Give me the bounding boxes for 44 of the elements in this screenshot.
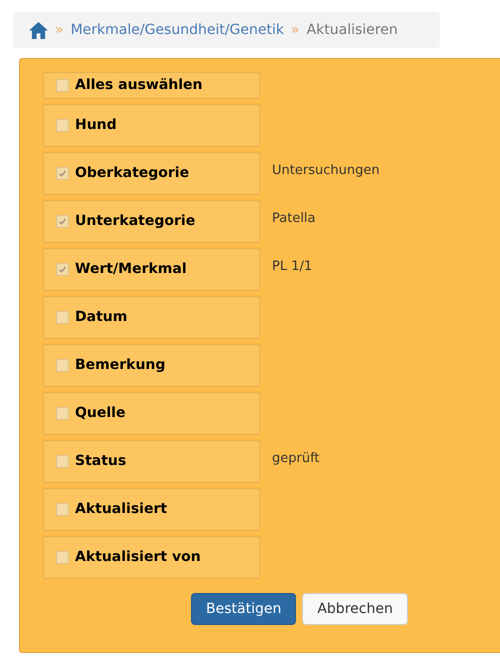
field-option[interactable]: Unterkategorie: [43, 200, 260, 243]
checkbox[interactable]: [56, 79, 69, 92]
field-label: Oberkategorie: [75, 164, 190, 183]
checkbox[interactable]: [56, 119, 69, 132]
field-value: geprüft: [272, 450, 320, 468]
home-icon[interactable]: [29, 22, 48, 38]
select-all-label: Alles auswählen: [75, 76, 202, 95]
field-option[interactable]: Oberkategorie: [43, 152, 260, 195]
field-option[interactable]: Quelle: [43, 392, 260, 435]
breadcrumb-separator: »: [55, 20, 64, 40]
field-option[interactable]: Datum: [43, 296, 260, 339]
checkbox[interactable]: [56, 455, 69, 468]
checkbox[interactable]: [56, 407, 69, 420]
cancel-button[interactable]: Abbrechen: [302, 593, 408, 625]
select-all-row[interactable]: Alles auswählen: [43, 72, 260, 99]
field-option[interactable]: Status: [43, 440, 260, 483]
breadcrumb-link[interactable]: Merkmale/Gesundheit/Genetik: [70, 20, 284, 40]
checkbox[interactable]: [56, 551, 69, 564]
field-option[interactable]: Bemerkung: [43, 344, 260, 387]
checkbox[interactable]: [56, 263, 69, 276]
field-value: Untersuchungen: [272, 162, 380, 180]
field-label: Status: [75, 452, 126, 471]
field-value: PL 1/1: [272, 258, 312, 276]
checkbox[interactable]: [56, 503, 69, 516]
breadcrumb-current: Aktualisieren: [306, 20, 398, 40]
field-option[interactable]: Aktualisiert: [43, 488, 260, 531]
field-label: Hund: [75, 116, 117, 135]
field-label: Unterkategorie: [75, 212, 196, 231]
field-label: Datum: [75, 308, 128, 327]
checkbox[interactable]: [56, 167, 69, 180]
field-value: Patella: [272, 210, 316, 228]
field-label: Wert/Merkmal: [75, 260, 187, 279]
confirm-button[interactable]: Bestätigen: [191, 593, 296, 625]
field-label: Aktualisiert: [75, 500, 168, 519]
breadcrumb-separator: »: [290, 20, 300, 40]
checkbox[interactable]: [56, 359, 69, 372]
checkbox[interactable]: [56, 215, 69, 228]
field-label: Quelle: [75, 404, 126, 423]
field-label: Bemerkung: [75, 356, 166, 375]
field-option[interactable]: Wert/Merkmal: [43, 248, 260, 291]
field-option[interactable]: Hund: [43, 104, 260, 147]
checkbox[interactable]: [56, 311, 69, 324]
field-option[interactable]: Aktualisiert von: [43, 536, 260, 579]
field-label: Aktualisiert von: [75, 548, 201, 567]
